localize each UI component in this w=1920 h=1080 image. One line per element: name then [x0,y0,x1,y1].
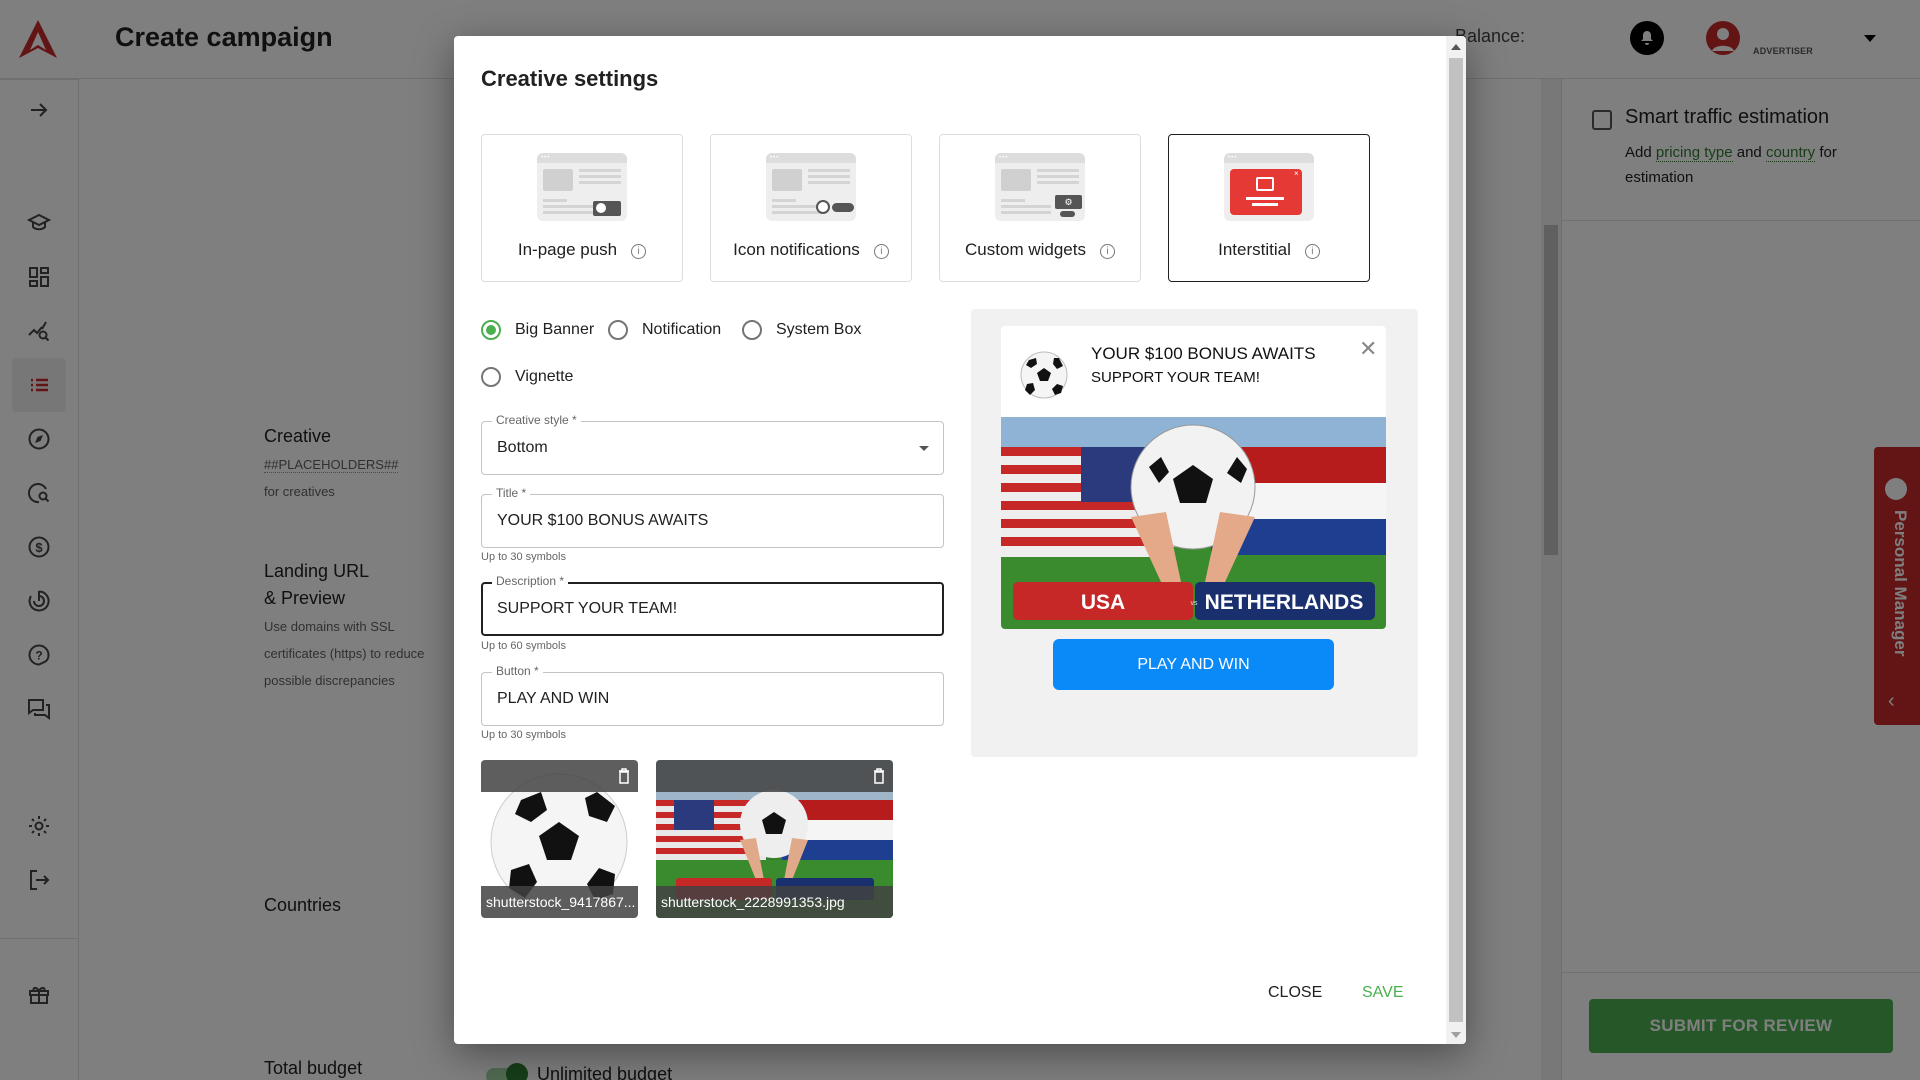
in-page-push-illustration-icon: ••• [537,153,627,221]
close-button[interactable]: CLOSE [1268,984,1322,1002]
info-icon[interactable]: i [631,244,647,259]
type-card-in-page-push[interactable]: ••• In-page push i [481,134,683,282]
description-input[interactable]: Description * SUPPORT YOUR TEAM! [481,574,944,636]
preview-title: YOUR $100 BONUS AWAITS [1091,344,1316,363]
type-label: Interstitial i [1169,240,1369,260]
creative-preview: YOUR $100 BONUS AWAITS SUPPORT YOUR TEAM… [971,309,1418,757]
field-label: Description * [492,574,569,588]
field-value: PLAY AND WIN [497,690,610,707]
field-label: Creative style * [492,413,581,427]
radio-unchecked-icon [481,367,501,387]
banner-graphic: USA vs NETHERLANDS [1001,417,1386,629]
image-filename: shutterstock_9417867... [481,886,638,918]
team2-label: NETHERLANDS [1205,591,1364,614]
image-filename: shutterstock_2228991353.jpg [656,886,893,918]
field-label: Title * [492,486,531,500]
team1-label: USA [1081,591,1125,614]
format-radio-vignette[interactable]: Vignette [481,367,573,387]
preview-header: YOUR $100 BONUS AWAITS SUPPORT YOUR TEAM… [1001,326,1386,417]
icon-notifications-illustration-icon: ••• [766,153,856,221]
type-card-icon-notifications[interactable]: ••• Icon notifications i [710,134,912,282]
trash-icon[interactable] [618,768,630,784]
uploaded-image-1[interactable]: shutterstock_9417867... [481,760,638,918]
type-card-interstitial[interactable]: ••• × Interstitial i [1168,134,1370,282]
radio-label: Vignette [515,368,574,385]
format-radio-system-box[interactable]: System Box [742,320,861,340]
image-toolbar [656,760,893,792]
type-label: Custom widgets i [940,240,1140,260]
button-text-input[interactable]: Button * PLAY AND WIN [481,664,944,726]
creative-settings-modal: Creative settings ••• In-page push i ••• … [454,36,1466,1044]
interstitial-illustration-icon: ••• × [1224,153,1314,221]
radio-label: Big Banner [515,321,595,338]
preview-description: SUPPORT YOUR TEAM! [1091,369,1260,386]
soccer-ball-icon [1020,351,1068,399]
field-value: SUPPORT YOUR TEAM! [497,600,678,617]
preview-cta-button[interactable]: PLAY AND WIN [1053,639,1334,690]
image-toolbar [481,760,638,792]
field-value: YOUR $100 BONUS AWAITS [497,512,709,529]
description-helper: Up to 60 symbols [481,640,566,652]
title-helper: Up to 30 symbols [481,551,566,563]
info-icon[interactable]: i [873,244,889,259]
trash-icon[interactable] [873,768,885,784]
modal-scrollbar-thumb[interactable] [1449,58,1463,1022]
scroll-down-arrow-icon[interactable] [1451,1032,1461,1038]
save-button[interactable]: SAVE [1362,984,1404,1002]
info-icon[interactable]: i [1304,244,1320,259]
title-input[interactable]: Title * YOUR $100 BONUS AWAITS [481,486,944,548]
radio-unchecked-icon [742,320,762,340]
preview-banner-image: USA vs NETHERLANDS [1001,417,1386,629]
type-label: Icon notifications i [711,240,911,260]
vs-label: vs [1191,600,1199,607]
button-helper: Up to 30 symbols [481,729,566,741]
field-label: Button * [492,664,543,678]
custom-widgets-illustration-icon: ••• ⚙ [995,153,1085,221]
preview-close-icon[interactable]: ✕ [1359,338,1377,360]
radio-checked-icon [481,320,501,340]
radio-label: Notification [642,321,722,338]
scroll-up-arrow-icon[interactable] [1451,44,1461,50]
type-card-custom-widgets[interactable]: ••• ⚙ Custom widgets i [939,134,1141,282]
format-radio-big-banner[interactable]: Big Banner [481,320,594,340]
modal-title: Creative settings [481,66,659,91]
format-radio-notification[interactable]: Notification [608,320,721,340]
page: Create campaign Balance: ADVERTISER [0,0,1920,1080]
radio-label: System Box [776,321,862,338]
uploaded-image-2[interactable]: shutterstock_2228991353.jpg [656,760,893,918]
creative-style-select[interactable]: Creative style * Bottom [481,413,944,475]
dropdown-arrow-icon [919,446,929,451]
radio-unchecked-icon [608,320,628,340]
field-value: Bottom [497,439,548,456]
info-icon[interactable]: i [1099,244,1115,259]
type-label: In-page push i [482,240,682,260]
